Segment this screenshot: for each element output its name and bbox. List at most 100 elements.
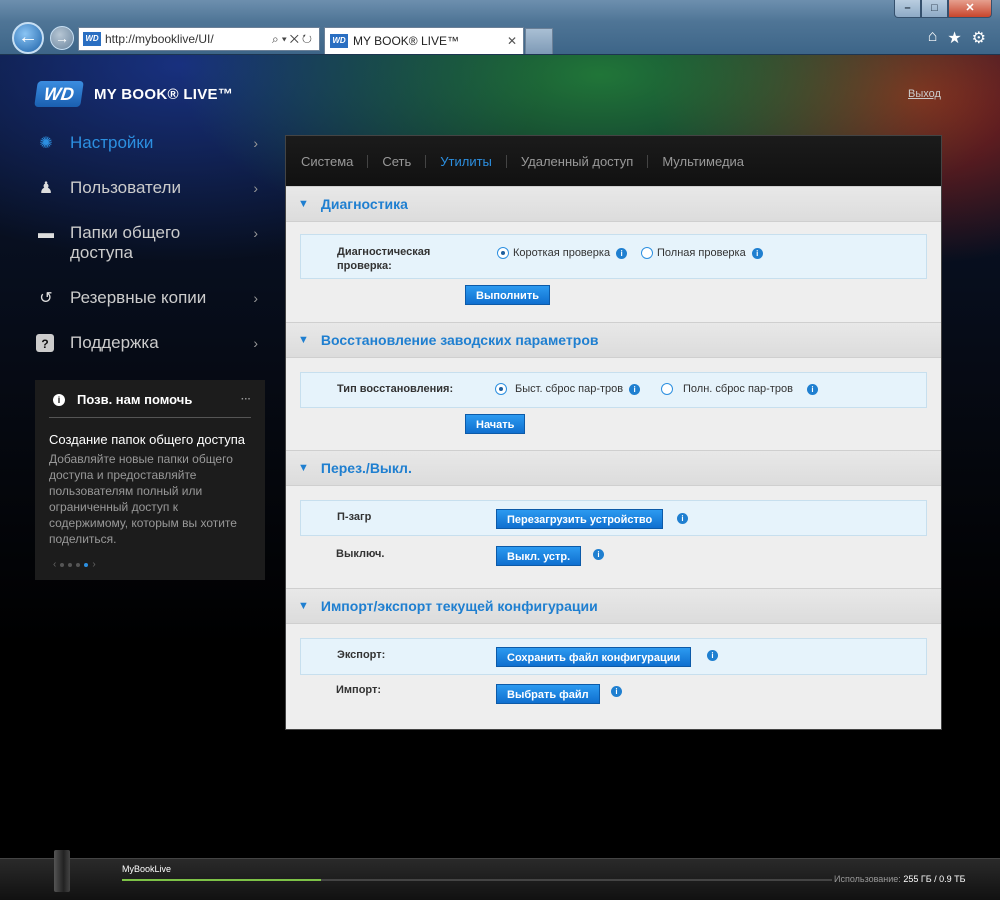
shutdown-row: Выключ. Выкл. устр. i (300, 542, 927, 572)
section-config-header[interactable]: ▼ Импорт/экспорт текущей конфигурации (286, 588, 941, 624)
reboot-label: П-загр (337, 511, 372, 523)
section-power-header[interactable]: ▼ Перез./Выкл. (286, 450, 941, 486)
radio-selected-icon[interactable] (495, 383, 507, 395)
chevron-right-icon: › (253, 335, 258, 351)
export-row: Экспорт: Сохранить файл конфигурации i (300, 638, 927, 675)
sidebar-item-shares[interactable]: ▬ Папки общего доступа › (36, 223, 264, 288)
radio-unselected-icon[interactable] (661, 383, 673, 395)
radio-unselected-icon[interactable] (641, 247, 653, 259)
tab-close-icon[interactable]: ✕ (507, 34, 523, 48)
help-header: i Позв. нам помочь ··· (49, 392, 251, 418)
tab-remote-access[interactable]: Удаленный доступ (521, 154, 649, 168)
close-window-button[interactable]: ✕ (948, 0, 992, 18)
help-article-title[interactable]: Создание папок общего доступа (49, 432, 251, 447)
sidebar-item-backups[interactable]: ↺ Резервные копии › (36, 288, 264, 333)
device-icon (54, 850, 70, 892)
tab-utilities[interactable]: Утилиты (440, 154, 507, 168)
run-diagnostic-button[interactable]: Выполнить (465, 285, 550, 305)
tab-network[interactable]: Сеть (382, 154, 427, 168)
chevron-right-icon[interactable]: › (92, 559, 95, 570)
device-name: MyBookLive (122, 864, 172, 874)
new-tab-button[interactable] (525, 28, 553, 54)
shutdown-button[interactable]: Выкл. устр. (496, 546, 582, 566)
users-icon: ♟ (38, 180, 54, 197)
back-button[interactable]: ← (12, 22, 44, 54)
pager-dot[interactable] (60, 562, 65, 567)
info-icon[interactable]: i (629, 383, 641, 395)
choose-file-button[interactable]: Выбрать файл (496, 684, 600, 704)
chevron-right-icon: › (253, 290, 258, 306)
site-favicon: WD (83, 32, 101, 46)
minimize-button[interactable]: – (894, 0, 921, 18)
section-title: Импорт/экспорт текущей конфигурации (320, 598, 598, 614)
address-bar[interactable]: WD http://mybooklive/UI/ ⌕▾✕↻ (78, 27, 320, 51)
section-title: Диагностика (320, 196, 408, 212)
pager-dot-active[interactable] (84, 562, 89, 567)
info-icon[interactable]: i (707, 650, 718, 661)
section-diagnostics-header[interactable]: ▼ Диагностика (286, 186, 941, 222)
home-icon[interactable]: ⌂ (928, 28, 938, 48)
section-config: Экспорт: Сохранить файл конфигурации i И… (286, 624, 941, 724)
chevron-down-icon: ▼ (298, 198, 309, 210)
chevron-right-icon: › (253, 135, 258, 151)
settings-tabs: Система Сеть Утилиты Удаленный доступ Му… (286, 136, 941, 186)
section-title: Перез./Выкл. (320, 460, 412, 476)
radio-full-test[interactable]: Полная проверка i (641, 247, 763, 259)
favorites-star-icon[interactable]: ★ (947, 28, 961, 48)
usage-text: Использование: 255 ГБ / 0.9 ТБ (834, 874, 966, 884)
gear-icon: ✺ (39, 135, 53, 152)
section-power: П-загр Перезагрузить устройство i Выключ… (286, 486, 941, 588)
chevron-down-icon: ▼ (298, 462, 309, 474)
tab-favicon: WD (330, 34, 348, 48)
sidebar-item-users[interactable]: ♟ Пользователи › (36, 178, 264, 223)
sidebar-item-support[interactable]: ? Поддержка › (36, 333, 264, 378)
question-icon: ? (36, 334, 54, 352)
usage-value: 255 ГБ / 0.9 ТБ (903, 874, 966, 884)
radio-selected-icon[interactable] (497, 247, 509, 259)
radio-label: Быст. сброс пар-тров (515, 383, 624, 395)
export-label: Экспорт: (337, 649, 386, 661)
sidebar-item-settings[interactable]: ✺ Настройки › (36, 133, 264, 178)
save-config-button[interactable]: Сохранить файл конфигурации (496, 647, 692, 667)
restore-row: Тип восстановления: Быст. сброс пар-тров… (300, 372, 927, 408)
browser-tab[interactable]: WD MY BOOK® LIVE™ ✕ (324, 27, 524, 54)
forward-button[interactable]: → (50, 26, 74, 50)
reboot-button[interactable]: Перезагрузить устройство (496, 509, 664, 529)
tab-system[interactable]: Система (301, 154, 369, 168)
radio-label: Полн. сброс пар-тров (683, 383, 793, 395)
section-diagnostics: Диагностическая проверка: Короткая прове… (286, 222, 941, 322)
usage-bar (122, 879, 832, 881)
tab-media[interactable]: Мультимедиа (662, 155, 758, 168)
chevron-down-icon: ▼ (298, 334, 309, 346)
section-restore-header[interactable]: ▼ Восстановление заводских параметров (286, 322, 941, 358)
info-icon[interactable]: i (677, 513, 688, 524)
chevron-left-icon[interactable]: ‹ (53, 559, 56, 570)
info-icon[interactable]: i (593, 549, 604, 560)
maximize-button[interactable]: □ (921, 0, 948, 18)
product-name: MY BOOK® LIVE™ (94, 86, 234, 103)
import-row: Импорт: Выбрать файл i (300, 682, 927, 712)
info-icon[interactable]: i (616, 247, 628, 259)
radio-short-test[interactable]: Короткая проверка i (497, 247, 628, 259)
more-icon[interactable]: ··· (241, 394, 251, 405)
diagnostic-label: Диагностическая проверка: (337, 246, 431, 272)
help-article-body: Добавляйте новые папки общего доступа и … (49, 452, 237, 546)
pager-dot[interactable] (68, 562, 73, 567)
browser-chrome: – □ ✕ ← → WD http://mybooklive/UI/ ⌕▾✕↻ … (0, 0, 1000, 55)
info-icon[interactable]: i (611, 686, 622, 697)
radio-label: Короткая проверка (513, 247, 611, 259)
info-icon[interactable]: i (806, 383, 818, 395)
address-url[interactable]: http://mybooklive/UI/ (105, 32, 272, 46)
folder-icon: ▬ (38, 225, 54, 242)
chevron-down-icon: ▼ (298, 600, 309, 612)
radio-quick-restore[interactable]: Быст. сброс пар-тров i (495, 383, 641, 395)
info-icon[interactable]: i (751, 247, 763, 259)
logout-link[interactable]: Выход (908, 88, 941, 100)
address-tools[interactable]: ⌕▾✕↻ (272, 32, 319, 47)
pager-dot[interactable] (76, 562, 81, 567)
settings-gear-icon[interactable]: ⚙ (972, 28, 986, 48)
tab-title: MY BOOK® LIVE™ (353, 34, 459, 48)
radio-full-restore[interactable]: Полн. сброс пар-тров i (661, 383, 818, 395)
sidebar-item-label: Пользователи (70, 178, 181, 197)
start-restore-button[interactable]: Начать (465, 414, 526, 434)
